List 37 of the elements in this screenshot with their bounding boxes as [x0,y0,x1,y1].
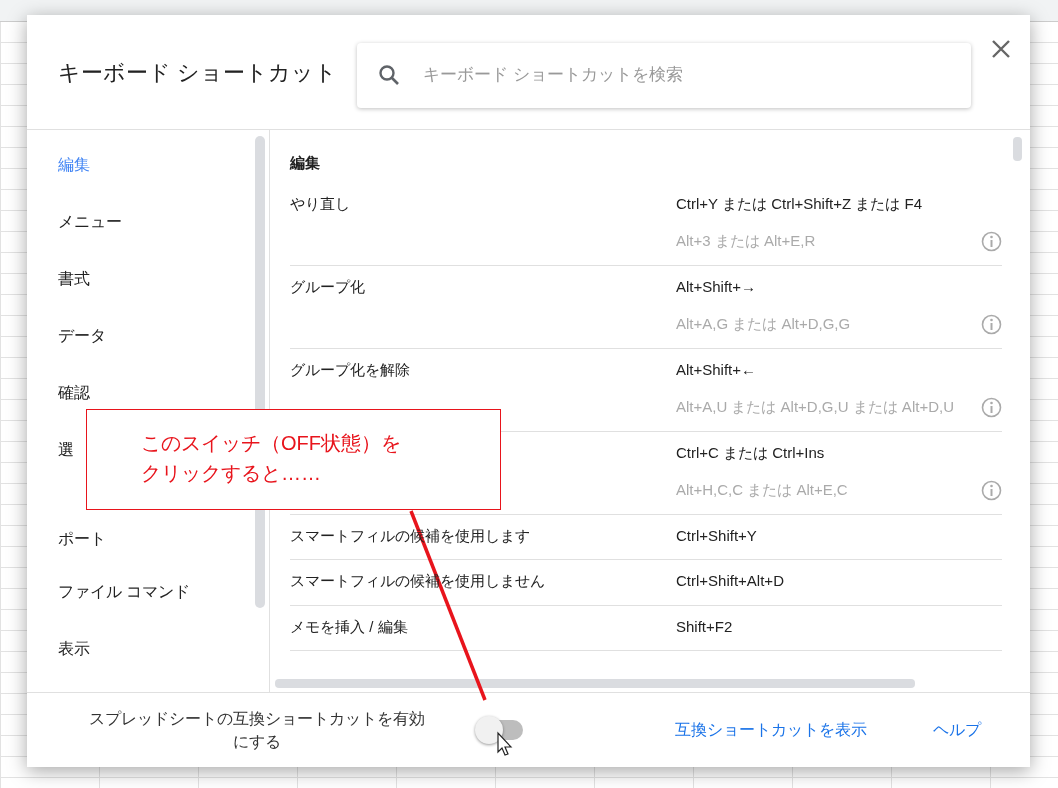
action-label: グループ化を解除 [290,360,410,378]
info-icon[interactable] [981,396,1002,418]
action-label: グループ化 [290,277,365,295]
alternate-shortcut-keys: Alt+H,C,C または Alt+E,C [676,479,848,502]
shortcut-keys: Shift+F2 [676,617,733,635]
sidebar-item[interactable]: ファイル コマンド [58,579,191,604]
show-shortcuts-link[interactable]: 互換ショートカットを表示 [675,718,867,742]
sidebar-item[interactable]: 選 [58,437,74,462]
sidebar-item[interactable]: 確認 [58,380,90,405]
cursor-icon [497,731,513,756]
section-heading: 編集 [290,153,321,173]
scrollbar[interactable] [275,679,915,688]
sidebar-item[interactable]: 編集 [58,152,90,177]
info-icon[interactable] [981,313,1002,335]
toggle-label: スプレッドシートの互換ショートカットを有効にする [88,708,426,752]
shortcut-keys: Alt+Shift+← [676,360,757,378]
alternate-shortcut-keys: Alt+A,G または Alt+D,G,G [676,313,851,336]
sidebar-item[interactable]: 書式 [58,266,90,291]
shortcut-keys: Ctrl+Shift+Y [676,526,757,544]
shortcut-keys: Ctrl+Shift+Alt+D [676,572,784,589]
shortcut-keys: Ctrl+C または Ctrl+Ins [676,443,825,461]
info-icon[interactable] [981,230,1002,252]
action-label: やり直し [290,194,350,212]
info-icon[interactable] [981,479,1002,501]
annotation-text: このスイッチ（OFF状態）を クリックすると…… [141,431,402,486]
scrollbar[interactable] [1013,137,1022,161]
alternate-shortcut-keys: Alt+A,U または Alt+D,G,U または Alt+D,U [676,396,954,419]
sidebar-item[interactable]: 表示 [58,636,90,661]
dialog-title: キーボード ショートカット [58,58,338,87]
sidebar-item[interactable]: ポート [58,527,106,551]
sidebar-item[interactable]: メニュー [58,209,122,234]
shortcut-keys: Alt+Shift+→ [676,277,757,295]
sidebar-item[interactable]: データ [58,323,106,348]
shortcut-keys: Ctrl+Y または Ctrl+Shift+Z または F4 [676,194,923,212]
alternate-shortcut-keys: Alt+3 または Alt+E,R [676,230,816,253]
help-link[interactable]: ヘルプ [933,718,981,742]
action-label: メモを挿入 / 編集 [290,617,408,635]
